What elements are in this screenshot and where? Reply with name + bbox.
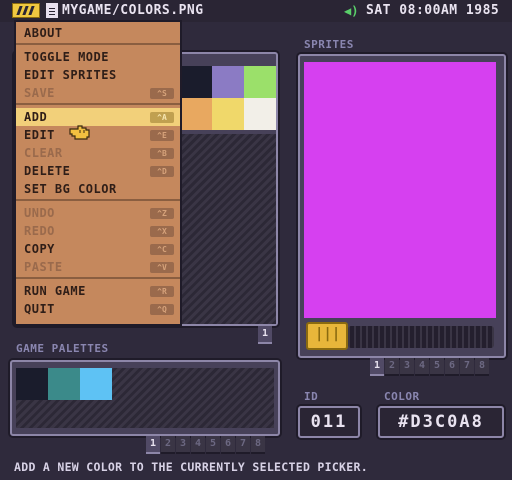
page-tab-8[interactable]: 8	[475, 358, 489, 376]
menu-item-label: RUN GAME	[24, 284, 86, 298]
menu-item-undo: UNDO ^Z	[16, 204, 180, 222]
status-message: ADD A NEW COLOR TO THE CURRENTLY SELECTE…	[14, 460, 368, 474]
color-swatch[interactable]	[212, 98, 244, 130]
shortcut-badge: ^A	[150, 112, 174, 123]
color-label: COLOR	[384, 390, 420, 403]
file-icon	[46, 3, 58, 18]
page-tab-7[interactable]: 7	[460, 358, 474, 376]
page-tab-5[interactable]: 5	[206, 436, 220, 454]
sprite-palette-pages: 1	[258, 326, 272, 344]
palette-color[interactable]	[16, 368, 48, 400]
id-field[interactable]: 011	[298, 406, 360, 438]
sprites-label: SPRITES	[304, 38, 354, 51]
menu-item-label: EDIT SPRITES	[24, 68, 117, 82]
menu-separator	[16, 43, 180, 45]
shortcut-badge: ^R	[150, 286, 174, 297]
palette-color[interactable]	[80, 368, 112, 400]
menu-item-run-game[interactable]: RUN GAME ^R	[16, 282, 180, 300]
menu-item-label: SET BG COLOR	[24, 182, 117, 196]
page-tab-5[interactable]: 5	[430, 358, 444, 376]
menu-item-quit[interactable]: QUIT ^Q	[16, 300, 180, 318]
dropdown-menu: ABOUT TOGGLE MODE EDIT SPRITES SAVE ^S ADD ^A E…	[14, 20, 182, 326]
color-field[interactable]: #D3C0A8	[378, 406, 504, 438]
game-palette-pages: 12345678	[146, 436, 265, 454]
shortcut-badge: ^E	[150, 130, 174, 141]
page-tab-8[interactable]: 8	[251, 436, 265, 454]
shortcut-badge: ^S	[150, 88, 174, 99]
app-logo-icon[interactable]	[12, 3, 40, 18]
sprite-pages: 12345678	[370, 358, 489, 376]
color-swatch[interactable]	[212, 66, 244, 98]
shortcut-badge: ^B	[150, 148, 174, 159]
sprite-slider-track[interactable]	[348, 326, 494, 348]
menu-item-edit-sprites[interactable]: EDIT SPRITES	[16, 66, 180, 84]
page-tab-7[interactable]: 7	[236, 436, 250, 454]
menu-item-label: QUIT	[24, 302, 55, 316]
palette-color[interactable]	[48, 368, 80, 400]
menu-item-label: REDO	[24, 224, 55, 238]
menu-item-label: SAVE	[24, 86, 55, 100]
shortcut-badge: ^Z	[150, 208, 174, 219]
page-tab-2[interactable]: 2	[385, 358, 399, 376]
color-swatch[interactable]	[244, 98, 276, 130]
page-tab-3[interactable]: 3	[400, 358, 414, 376]
file-title: MYGAME/COLORS.PNG	[62, 3, 204, 18]
game-palettes-panel	[10, 360, 280, 436]
menu-item-paste: PASTE ^V	[16, 258, 180, 276]
menu-item-label: COPY	[24, 242, 55, 256]
page-tab-1[interactable]: 1	[370, 358, 384, 376]
game-palettes-label: GAME PALETTES	[16, 342, 109, 355]
slider-grip-icon[interactable]	[306, 322, 348, 350]
menu-item-label: PASTE	[24, 260, 63, 274]
shortcut-badge: ^Q	[150, 304, 174, 315]
menu-item-add[interactable]: ADD ^A	[16, 108, 180, 126]
page-tab-6[interactable]: 6	[445, 358, 459, 376]
menu-item-label: EDIT	[24, 128, 55, 142]
shortcut-badge: ^D	[150, 166, 174, 177]
shortcut-badge: ^C	[150, 244, 174, 255]
shortcut-badge: ^V	[150, 262, 174, 273]
menu-item-save: SAVE ^S	[16, 84, 180, 102]
hand-cursor-icon	[69, 125, 90, 140]
color-swatch[interactable]	[180, 66, 212, 98]
sprite-canvas[interactable]	[304, 62, 496, 318]
menu-bar: MYGAME/COLORS.PNG ◀) SAT 08:00AM 1985	[0, 0, 512, 22]
page-tab-4[interactable]: 4	[415, 358, 429, 376]
page-tab-4[interactable]: 4	[191, 436, 205, 454]
color-swatch[interactable]	[244, 66, 276, 98]
menu-separator	[16, 277, 180, 279]
menu-item-label: CLEAR	[24, 146, 63, 160]
menu-item-copy[interactable]: COPY ^C	[16, 240, 180, 258]
page-tab-6[interactable]: 6	[221, 436, 235, 454]
menu-item-toggle-mode[interactable]: TOGGLE MODE	[16, 48, 180, 66]
menu-item-set-bg-color[interactable]: SET BG COLOR	[16, 180, 180, 198]
page-tab-3[interactable]: 3	[176, 436, 190, 454]
page-tab-2[interactable]: 2	[161, 436, 175, 454]
menu-item-label: TOGGLE MODE	[24, 50, 109, 64]
menu-item-redo: REDO ^X	[16, 222, 180, 240]
menu-separator	[16, 103, 180, 105]
clock: SAT 08:00AM 1985	[366, 3, 500, 18]
color-swatch[interactable]	[180, 98, 212, 130]
id-label: ID	[304, 390, 319, 403]
menu-item-label: ABOUT	[24, 26, 63, 40]
menu-item-clear: CLEAR ^B	[16, 144, 180, 162]
page-tab-1[interactable]: 1	[146, 436, 160, 454]
speaker-icon[interactable]: ◀)	[344, 4, 358, 18]
menu-item-edit[interactable]: EDIT ^E	[16, 126, 180, 144]
page-tab[interactable]: 1	[258, 326, 272, 344]
menu-item-about[interactable]: ABOUT	[16, 24, 180, 42]
menu-item-label: DELETE	[24, 164, 71, 178]
menu-item-label: ADD	[24, 110, 48, 124]
menu-separator	[16, 199, 180, 201]
menu-item-label: UNDO	[24, 206, 55, 220]
shortcut-badge: ^X	[150, 226, 174, 237]
menu-item-delete[interactable]: DELETE ^D	[16, 162, 180, 180]
